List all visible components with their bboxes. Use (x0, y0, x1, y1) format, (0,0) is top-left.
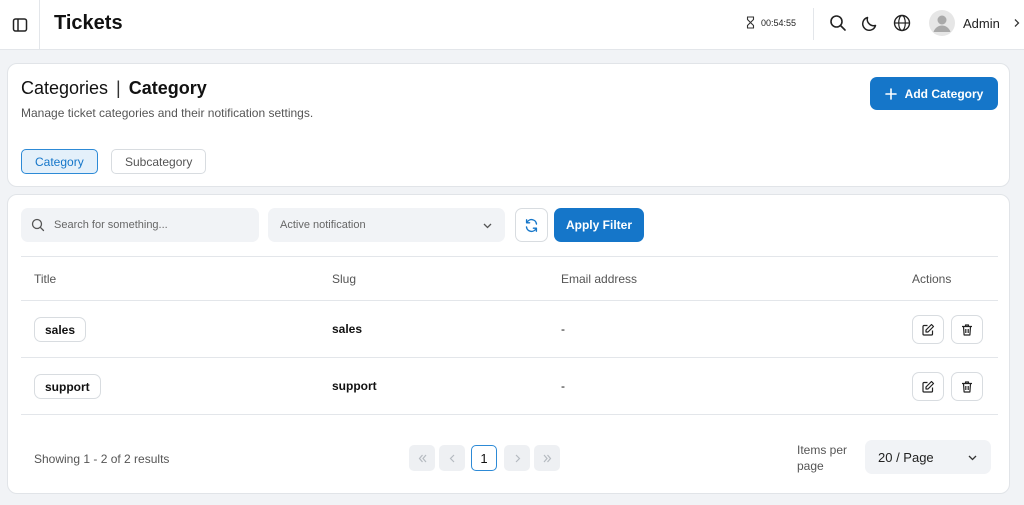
sidebar-toggle-button[interactable] (0, 0, 40, 50)
column-slug: Slug (332, 272, 357, 286)
page-subtitle: Manage ticket categories and their notif… (21, 106, 314, 120)
hourglass-icon (746, 16, 755, 29)
apply-filter-button[interactable]: Apply Filter (554, 208, 644, 242)
first-page-button[interactable] (409, 445, 435, 471)
breadcrumb: Categories | Category (21, 78, 207, 99)
items-per-page-select[interactable]: 20 / Page (865, 440, 991, 474)
category-slug: support (332, 379, 377, 393)
chevron-down-icon (968, 455, 977, 460)
delete-button[interactable] (951, 372, 983, 401)
search-icon (830, 15, 846, 31)
category-slug: sales (332, 322, 363, 336)
chevron-right-icon (1014, 19, 1020, 27)
plus-icon (884, 87, 897, 100)
table-header: Title Slug Email address Actions (21, 256, 998, 301)
app-title: Tickets (54, 12, 123, 34)
chevron-right-icon (515, 454, 520, 462)
trash-icon (962, 323, 972, 336)
chevron-down-icon (483, 223, 492, 228)
theme-toggle-button[interactable] (859, 13, 879, 33)
last-page-button[interactable] (534, 445, 560, 471)
page-title: Category (128, 78, 207, 98)
breadcrumb-separator: | (116, 78, 121, 98)
refresh-button[interactable] (515, 208, 548, 242)
refresh-icon (525, 218, 538, 232)
search-input[interactable] (54, 219, 244, 231)
moon-icon (861, 16, 876, 31)
session-timer: 00:54:55 (746, 16, 796, 29)
top-bar: Tickets 00:54:55 Admin (0, 0, 1024, 50)
table-row: sales sales - (21, 301, 998, 358)
items-per-page-label: Items per page (797, 443, 848, 473)
page-button-current[interactable]: 1 (471, 445, 497, 471)
category-title-chip: support (34, 374, 101, 399)
column-title: Title (34, 272, 57, 286)
user-menu[interactable]: Admin (929, 10, 1022, 36)
chevron-left-icon (449, 454, 454, 462)
category-email: - (561, 379, 565, 393)
column-email: Email address (561, 272, 638, 286)
edit-button[interactable] (912, 315, 944, 344)
results-summary: Showing 1 - 2 of 2 results (34, 452, 170, 466)
tab-subcategory[interactable]: Subcategory (111, 149, 207, 174)
categories-table: Title Slug Email address Actions sales s… (21, 256, 998, 415)
categories-card: Active notification Apply Filter Title S… (7, 194, 1010, 494)
add-category-label: Add Category (904, 86, 984, 101)
tab-category[interactable]: Category (21, 149, 98, 174)
globe-icon (893, 14, 911, 32)
add-category-button[interactable]: Add Category (870, 77, 998, 110)
edit-icon (922, 380, 935, 393)
search-icon (31, 218, 45, 232)
category-email: - (561, 322, 565, 336)
breadcrumb-root[interactable]: Categories (21, 78, 108, 99)
user-avatar-icon (933, 15, 951, 32)
items-per-page-value: 20 / Page (878, 449, 934, 465)
double-chevron-left-icon (418, 454, 426, 462)
language-button[interactable] (892, 13, 912, 33)
trash-icon (962, 380, 972, 393)
notification-filter-value: Active notification (280, 219, 366, 231)
sidebar-icon (12, 18, 27, 32)
double-chevron-right-icon (543, 454, 551, 462)
table-row: support support - (21, 358, 998, 415)
notification-filter-select[interactable]: Active notification (268, 208, 505, 242)
next-page-button[interactable] (504, 445, 530, 471)
avatar (929, 10, 955, 36)
prev-page-button[interactable] (439, 445, 465, 471)
timer-text: 00:54:55 (761, 17, 797, 28)
divider (813, 8, 814, 40)
search-box (21, 208, 259, 242)
delete-button[interactable] (951, 315, 983, 344)
category-title-chip: sales (34, 317, 87, 342)
search-button[interactable] (828, 13, 848, 33)
column-actions: Actions (912, 272, 952, 286)
user-name: Admin (963, 15, 1000, 31)
edit-button[interactable] (912, 372, 944, 401)
page-header-card: Categories | Category Manage ticket cate… (7, 63, 1010, 187)
edit-icon (922, 323, 935, 336)
